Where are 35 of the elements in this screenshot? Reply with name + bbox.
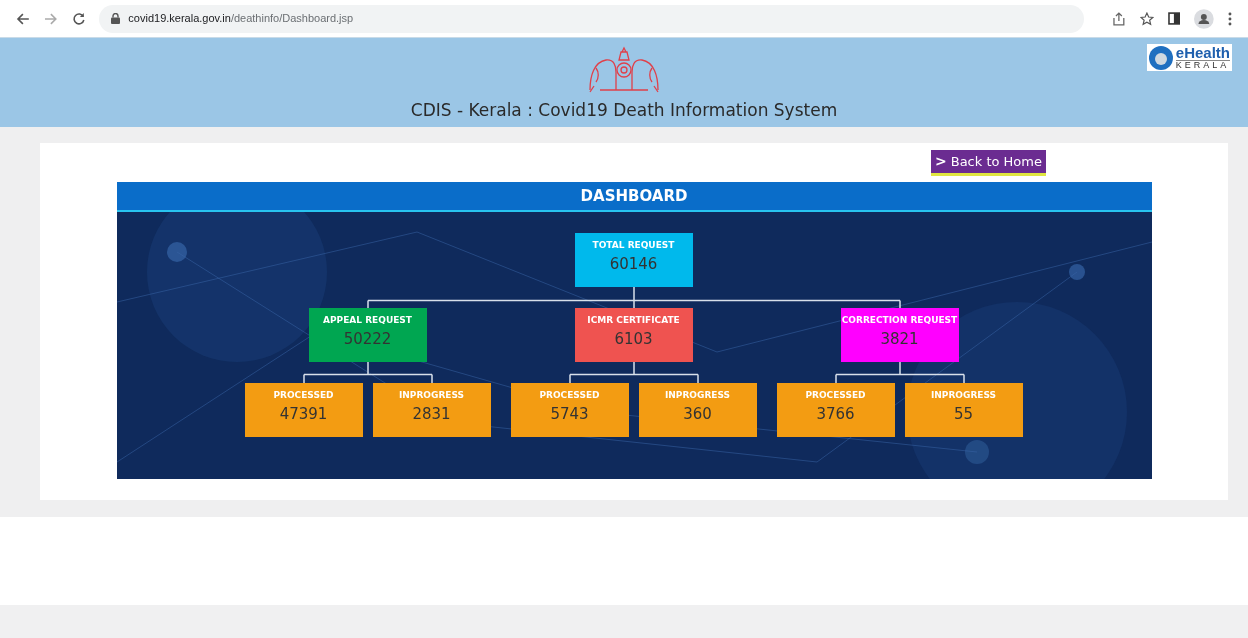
reload-icon[interactable] xyxy=(71,11,86,26)
side-panel-icon[interactable] xyxy=(1167,12,1181,25)
menu-icon[interactable] xyxy=(1228,11,1232,26)
stat-value: 2831 xyxy=(412,403,451,425)
site-title: CDIS - Kerala : Covid19 Death Information System xyxy=(410,99,838,122)
stat-label: ICMR CERTIFICATE xyxy=(587,314,680,327)
stat-value: 50222 xyxy=(343,328,392,350)
stat-value: 5743 xyxy=(550,403,589,425)
stat-label: INPROGRESS xyxy=(930,389,997,402)
stat-value: 60146 xyxy=(609,253,658,275)
logo-region-text: KERALA xyxy=(1175,61,1230,70)
star-icon[interactable] xyxy=(1139,11,1154,26)
back-icon[interactable] xyxy=(16,11,30,26)
back-to-home-button[interactable]: > Back to Home xyxy=(931,150,1046,176)
stat-label: APPEAL REQUEST xyxy=(323,314,412,327)
stat-value: 6103 xyxy=(614,328,653,350)
logo-brand-text: eHealth xyxy=(1175,45,1230,61)
lock-icon xyxy=(111,13,121,24)
stat-value: 55 xyxy=(953,403,974,425)
stat-label: PROCESSED xyxy=(539,389,600,402)
stat-label: CORRECTION REQUEST xyxy=(841,314,958,327)
stat-value: 47391 xyxy=(279,403,328,425)
stat-value: 3821 xyxy=(880,328,919,350)
url-text: covid19.kerala.gov.in/deathinfo/Dashboard.jsp xyxy=(128,11,354,27)
stat-label: TOTAL REQUEST xyxy=(592,239,675,252)
stat-label: PROCESSED xyxy=(805,389,866,402)
stat-label: PROCESSED xyxy=(273,389,334,402)
profile-icon[interactable] xyxy=(1194,8,1215,29)
share-icon[interactable] xyxy=(1112,11,1126,26)
dashboard-title: DASHBOARD xyxy=(116,182,1152,212)
stat-label: INPROGRESS xyxy=(398,389,465,402)
stat-label: INPROGRESS xyxy=(664,389,731,402)
stat-value: 360 xyxy=(683,403,712,425)
stat-value: 3766 xyxy=(816,403,855,425)
address-bar[interactable]: covid19.kerala.gov.in/deathinfo/Dashboard.jsp xyxy=(99,4,1084,33)
